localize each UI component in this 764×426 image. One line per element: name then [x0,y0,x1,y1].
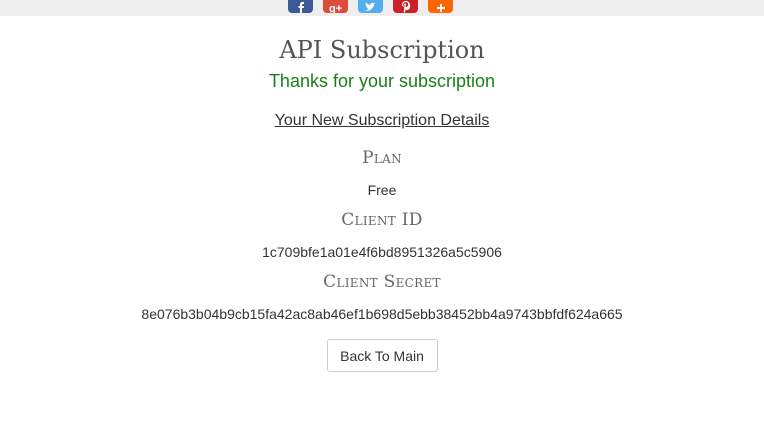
client-id-label: Client ID [341,210,423,230]
back-button-container: Back To Main [0,339,764,372]
client-secret-label: Client Secret [323,272,441,292]
twitter-icon [365,2,376,11]
facebook-icon [298,2,304,13]
page-title: API Subscription [279,36,485,64]
page: g+ API Subscription Thanks for your subs… [0,0,764,426]
google-plus-icon: g+ [329,3,342,13]
thanks-message: Thanks for your subscription [268,71,496,91]
plus-icon [436,4,445,12]
back-to-main-button[interactable]: Back To Main [326,339,438,372]
share-buttons: g+ [288,0,453,13]
details-heading: Your New Subscription Details [274,112,490,129]
google-plus-share-button[interactable]: g+ [323,0,348,13]
pinterest-icon [401,1,410,13]
twitter-share-button[interactable] [358,0,383,13]
svg-text:g+: g+ [329,3,342,13]
plan-label: Plan [362,148,402,168]
top-bar: g+ [0,0,764,16]
plan-value: Free [367,182,397,198]
client-secret-value: 8e076b3b04b9cb15fa42ac8ab46ef1b698d5ebb3… [141,306,623,322]
facebook-share-button[interactable] [288,0,313,13]
more-share-button[interactable] [428,0,453,13]
client-id-value: 1c709bfe1a01e4f6bd8951326a5c5906 [262,244,502,260]
pinterest-share-button[interactable] [393,0,418,13]
